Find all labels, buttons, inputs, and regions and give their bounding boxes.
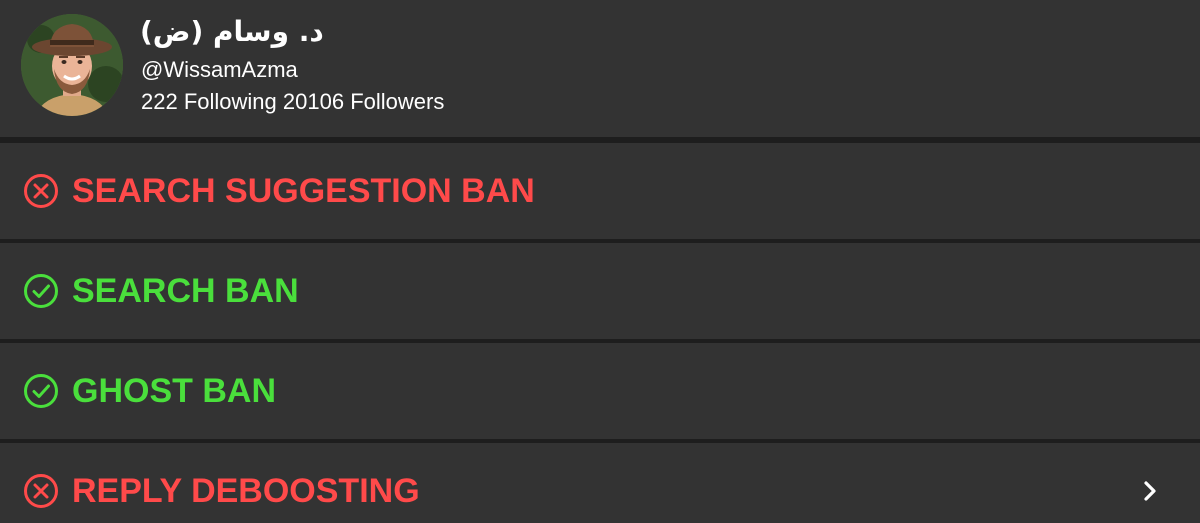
shadowban-checker-app: د. وسام (ض) @WissamAzma 222 Following 20… (0, 0, 1200, 523)
x-circle-icon (24, 474, 58, 508)
check-row-reply-deboosting[interactable]: REPLY DEBOOSTING (0, 443, 1200, 523)
avatar (21, 14, 123, 116)
check-label: GHOST BAN (72, 372, 276, 410)
following-count: 222 (141, 89, 178, 114)
followers-count: 20106 (282, 89, 345, 114)
x-circle-icon (24, 174, 58, 208)
chevron-right-icon[interactable] (1138, 479, 1162, 503)
check-row-ghost-ban[interactable]: GHOST BAN (0, 343, 1200, 439)
check-circle-icon (24, 374, 58, 408)
follow-stats: 222 Following 20106 Followers (141, 89, 444, 115)
followers-label: Followers (350, 89, 445, 114)
check-row-search-suggestion-ban[interactable]: SEARCH SUGGESTION BAN (0, 143, 1200, 239)
check-label: REPLY DEBOOSTING (72, 472, 420, 510)
check-circle-icon (24, 274, 58, 308)
check-label: SEARCH SUGGESTION BAN (72, 172, 535, 210)
following-label: Following (183, 89, 277, 114)
check-label: SEARCH BAN (72, 272, 299, 310)
profile-header: د. وسام (ض) @WissamAzma 222 Following 20… (0, 0, 1200, 137)
user-handle: @WissamAzma (141, 57, 298, 82)
display-name: د. وسام (ض) (140, 15, 324, 48)
check-row-search-ban[interactable]: SEARCH BAN (0, 243, 1200, 339)
